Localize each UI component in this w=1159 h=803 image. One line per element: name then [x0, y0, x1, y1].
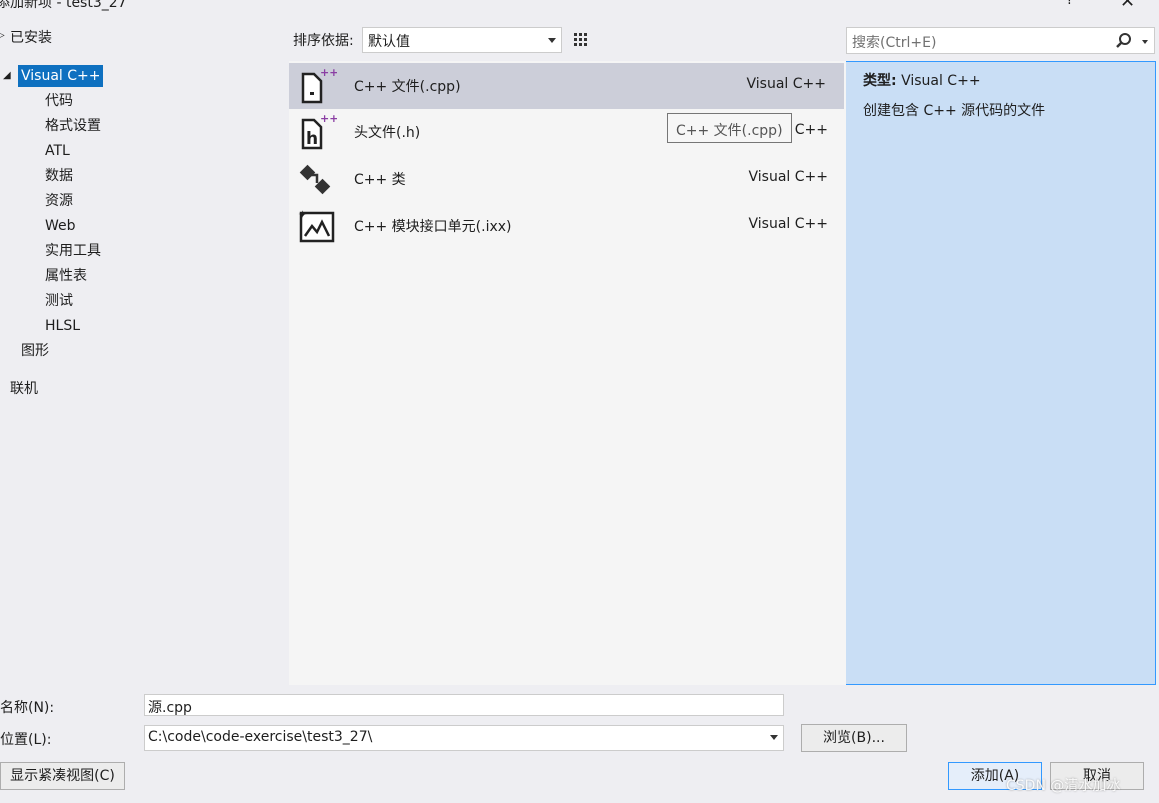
expand-installed-icon[interactable]: ▷: [0, 30, 5, 41]
search-box[interactable]: 搜索(Ctrl+E): [846, 27, 1155, 54]
name-value: 源.cpp: [148, 700, 192, 716]
tree-item-online[interactable]: 联机: [10, 378, 38, 400]
template-name: C++ 模块接口单元(.ixx): [354, 219, 512, 235]
search-options-chevron-icon[interactable]: [1142, 40, 1148, 44]
browse-button[interactable]: 浏览(B)...: [801, 724, 907, 752]
module-unit-icon: ✦: [298, 208, 335, 243]
template-type: Visual C++: [748, 216, 828, 232]
sort-value: 默认值: [368, 34, 410, 50]
template-name: C++ 文件(.cpp): [354, 79, 461, 95]
watermark: CSDN @清水加冰: [1006, 778, 1121, 794]
info-type: 类型: Visual C++: [863, 70, 981, 90]
grid-view-icon: [574, 33, 587, 46]
tree-item-data[interactable]: 数据: [45, 165, 73, 187]
tree-item-graphics[interactable]: 图形: [21, 340, 49, 362]
tooltip: C++ 文件(.cpp): [667, 113, 792, 143]
info-description: 创建包含 C++ 源代码的文件: [863, 103, 1046, 119]
tree-item-web[interactable]: Web: [45, 215, 76, 237]
name-field[interactable]: 源.cpp: [144, 694, 784, 716]
list-item[interactable]: ✦ C++ 模块接口单元(.ixx) Visual C++: [289, 203, 846, 249]
tree-item-property-sheets[interactable]: 属性表: [45, 265, 87, 287]
help-button[interactable]: ?: [1066, 0, 1073, 8]
info-type-value: Visual C++: [901, 73, 981, 89]
tree-item-atl[interactable]: ATL: [45, 140, 70, 162]
tree-item-installed[interactable]: 已安装: [10, 27, 52, 49]
title-bar: 添加新项 - test3_27 ? ✕: [0, 0, 1159, 14]
tree-item-test[interactable]: 测试: [45, 290, 73, 312]
list-item[interactable]: ++ C++ 文件(.cpp) Visual C++: [289, 63, 844, 109]
compact-view-button[interactable]: 显示紧凑视图(C): [0, 762, 125, 790]
tree-item-visual-cpp[interactable]: Visual C++: [18, 65, 104, 87]
location-value: C:\code\code-exercise\test3_27\: [148, 729, 373, 745]
svg-text:✦: ✦: [298, 208, 307, 221]
template-name: 头文件(.h): [354, 125, 421, 141]
window-title: 添加新项 - test3_27: [0, 0, 127, 11]
collapse-visual-cpp-icon[interactable]: ◢: [3, 70, 11, 81]
location-label: 位置(L):: [0, 732, 52, 748]
search-input[interactable]: 搜索(Ctrl+E): [852, 32, 936, 52]
close-button[interactable]: ✕: [1120, 0, 1135, 12]
search-icon[interactable]: [1116, 32, 1132, 50]
category-tree: ▷ 已安装 ◢ Visual C++ 代码 格式设置 ATL 数据 资源 Web…: [0, 24, 285, 684]
svg-text:h: h: [306, 129, 318, 149]
tree-item-hlsl[interactable]: HLSL: [45, 315, 80, 337]
list-item[interactable]: C++ 类 Visual C++: [289, 156, 846, 202]
tree-item-utility[interactable]: 实用工具: [45, 240, 101, 262]
grid-view-button[interactable]: [568, 27, 595, 53]
template-name: C++ 类: [354, 172, 406, 188]
template-list: ++ C++ 文件(.cpp) Visual C++ h ++ 头文件(.h) …: [289, 61, 846, 685]
sort-dropdown[interactable]: 默认值: [362, 27, 562, 53]
cpp-file-icon: ++: [301, 66, 337, 104]
header-file-icon: h ++: [301, 112, 337, 150]
chevron-down-icon: [548, 38, 556, 43]
template-type: Visual C++: [748, 169, 828, 185]
cpp-class-icon: [299, 164, 331, 195]
name-label: 名称(N):: [0, 700, 55, 716]
info-type-label: 类型:: [863, 73, 897, 89]
location-field[interactable]: C:\code\code-exercise\test3_27\: [144, 725, 784, 751]
tree-item-formatting[interactable]: 格式设置: [45, 115, 101, 137]
template-type: Visual C++: [746, 76, 826, 92]
svg-text:++: ++: [320, 112, 337, 125]
sort-label: 排序依据:: [293, 33, 354, 49]
svg-text:++: ++: [320, 66, 337, 79]
tree-item-resources[interactable]: 资源: [45, 190, 73, 212]
chevron-down-icon[interactable]: [770, 735, 778, 740]
tree-item-code[interactable]: 代码: [45, 90, 73, 112]
